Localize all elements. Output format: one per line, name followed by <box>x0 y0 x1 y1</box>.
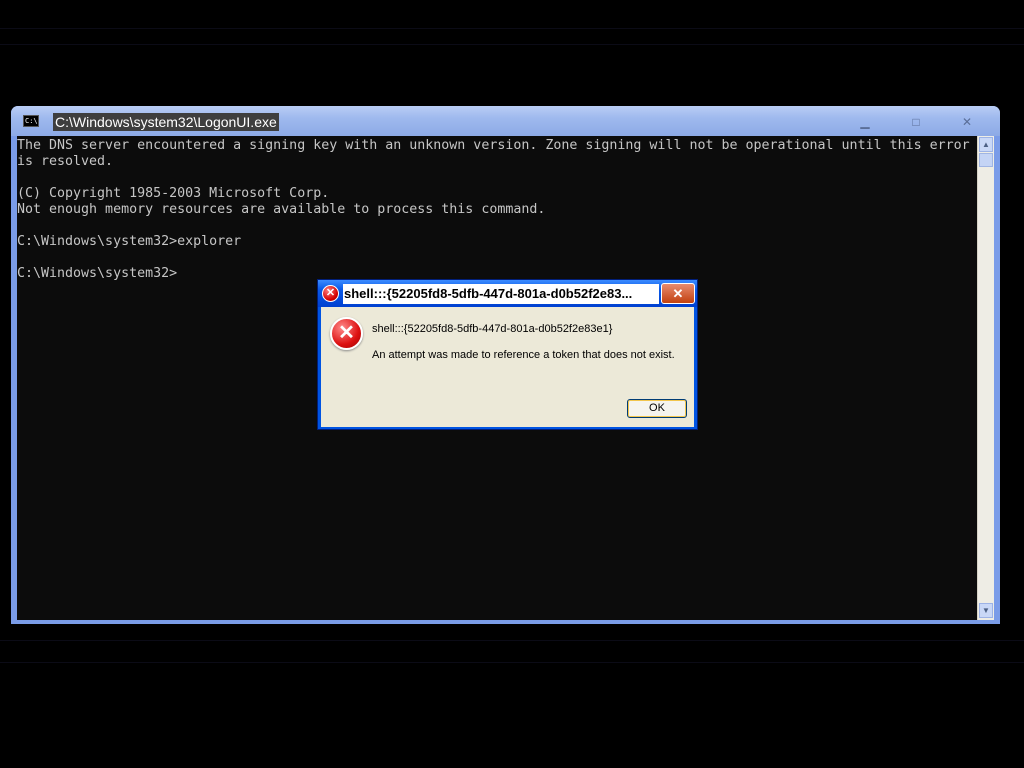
error-dialog[interactable]: ✕ shell:::{52205fd8-5dfb-447d-801a-d0b52… <box>317 279 698 430</box>
error-icon: ✕ <box>330 317 363 350</box>
console-close-button[interactable]: ✕ <box>956 114 978 130</box>
dialog-title: shell:::{52205fd8-5dfb-447d-801a-d0b52f2… <box>343 284 659 304</box>
console-window-title: C:\Windows\system32\LogonUI.exe <box>53 113 279 131</box>
console-text: The DNS server encountered a signing key… <box>17 138 970 281</box>
dialog-message: An attempt was made to reference a token… <box>372 349 675 361</box>
scroll-down-arrow-icon[interactable]: ▼ <box>979 603 993 618</box>
scroll-up-arrow-icon[interactable]: ▲ <box>979 137 993 152</box>
error-icon-small: ✕ <box>322 285 339 302</box>
dialog-close-button[interactable]: ✕ <box>661 283 695 304</box>
maximize-button[interactable]: □ <box>905 114 927 130</box>
console-app-icon[interactable]: C:\ <box>23 115 39 127</box>
vertical-scrollbar[interactable]: ▲ ▼ <box>977 136 994 620</box>
minimize-button[interactable]: ▁ <box>854 114 876 130</box>
ok-button[interactable]: OK <box>627 399 687 418</box>
dialog-titlebar[interactable]: ✕ shell:::{52205fd8-5dfb-447d-801a-d0b52… <box>318 280 697 307</box>
dialog-path-text: shell:::{52205fd8-5dfb-447d-801a-d0b52f2… <box>372 323 613 335</box>
scrollbar-thumb[interactable] <box>979 153 993 167</box>
dialog-body: ✕ shell:::{52205fd8-5dfb-447d-801a-d0b52… <box>321 307 694 427</box>
console-titlebar[interactable]: C:\ C:\Windows\system32\LogonUI.exe ▁ □ … <box>11 106 1000 136</box>
